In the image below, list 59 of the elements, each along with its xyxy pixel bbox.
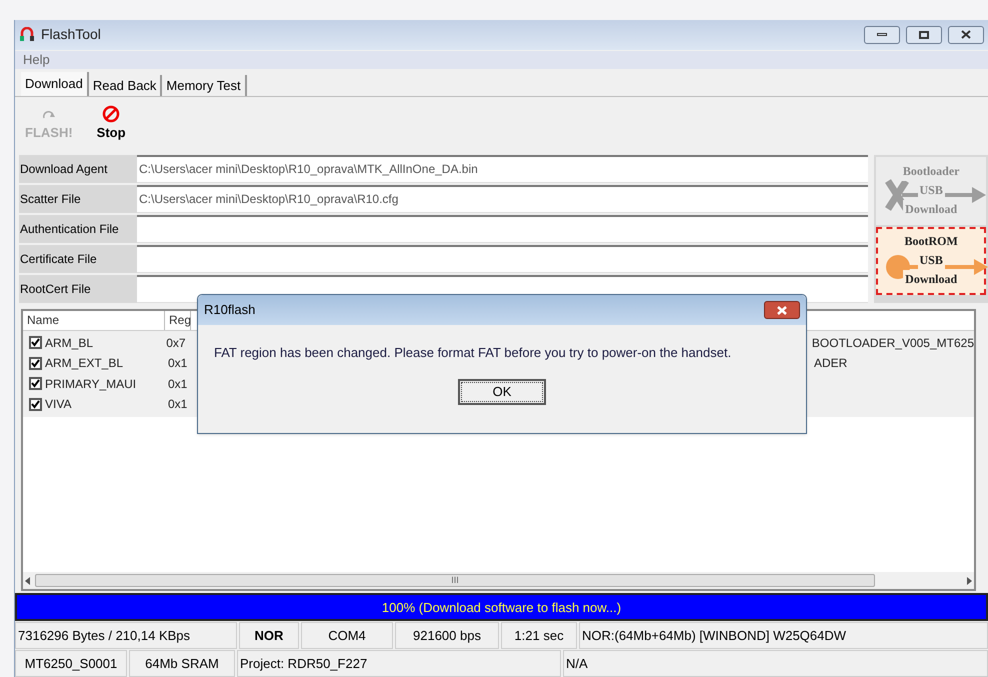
ok-button[interactable]: OK <box>458 378 546 404</box>
table-cell-text: BOOTLOADER_V005_MT625 <box>812 334 974 352</box>
table-cell-text: 0x1 <box>168 376 188 393</box>
status-cell: Project: RDR50_F227 <box>237 650 561 677</box>
status-cell: N/A <box>563 650 988 677</box>
scroll-right-icon <box>966 576 972 585</box>
window-title: FlashTool <box>41 25 102 44</box>
dialog-title: R10flash <box>204 301 256 320</box>
stop-icon <box>102 105 120 124</box>
column-header[interactable]: Name <box>23 310 165 330</box>
field-label: Download Agent <box>19 154 137 183</box>
table-cell-text: ARM_EXT_BL <box>44 355 124 372</box>
usb-download-mode-button[interactable]: BootROM USB Download <box>876 226 986 295</box>
tab[interactable]: Read Back <box>88 74 162 96</box>
menu-item[interactable]: Help <box>23 50 50 70</box>
column-header[interactable]: Reg <box>165 310 191 330</box>
status-cell: 64Mb SRAM <box>129 650 235 677</box>
table-cell-text: 0x1 <box>168 355 188 372</box>
field-label: Scatter File <box>19 184 137 213</box>
maximize-button[interactable] <box>906 26 942 44</box>
path-field[interactable] <box>137 214 868 243</box>
checkbox[interactable] <box>29 398 42 411</box>
dialog-message: FAT region has been changed. Please format FAT before you try to power-on the handset. <box>214 344 732 362</box>
table-cell-text: ADER <box>814 355 848 372</box>
status-cell: 1:21 sec <box>501 622 577 650</box>
path-field[interactable]: C:\Users\acer mini\Desktop\R10_oprava\MTK_AllInOne_DA.bin <box>137 154 868 183</box>
checkbox[interactable] <box>29 377 42 390</box>
status-cell: NOR <box>239 622 299 650</box>
path-field[interactable]: C:\Users\acer mini\Desktop\R10_oprava\R10.cfg <box>137 184 868 213</box>
app-logo-icon <box>19 26 35 43</box>
scroll-thumb[interactable]: III <box>35 574 875 588</box>
table-cell-text: 0x1 <box>168 396 188 414</box>
checkbox[interactable] <box>29 336 42 350</box>
status-cell: 921600 bps <box>395 622 499 650</box>
table-cell-text: ARM_BL <box>44 334 94 352</box>
scroll-grip: III <box>451 576 459 586</box>
close-button[interactable] <box>948 26 984 44</box>
table-cell-text: PRIMARY_MAUI <box>44 376 138 393</box>
tab[interactable]: Memory Test <box>162 74 247 96</box>
checkbox[interactable] <box>29 356 42 370</box>
table-cell-text: 0x7 <box>166 334 187 352</box>
status-cell: COM4 <box>301 622 393 650</box>
progress-text: 100% (Download software to flash now...) <box>380 598 622 617</box>
field-label: RootCert File <box>19 274 137 303</box>
close-icon <box>777 306 787 314</box>
status-cell: MT6250_S0001 <box>15 650 127 677</box>
minimize-button[interactable] <box>864 26 900 44</box>
dialog-close-button[interactable] <box>764 301 800 319</box>
stop-button[interactable]: Stop <box>96 105 126 143</box>
field-label: Certificate File <box>19 244 137 273</box>
close-icon <box>961 30 971 40</box>
horizontal-scrollbar[interactable]: III <box>23 572 974 590</box>
status-cell: 7316296 Bytes / 210,14 KBps <box>15 622 237 650</box>
tab[interactable]: Download <box>21 72 89 96</box>
table-cell-text: VIVA <box>44 396 72 414</box>
status-cell: NOR:(64Mb+64Mb) [WINBOND] W25Q64DW <box>579 622 988 650</box>
field-label: Authentication File <box>19 214 137 243</box>
scroll-left-icon <box>25 576 31 585</box>
path-field[interactable] <box>137 244 868 273</box>
